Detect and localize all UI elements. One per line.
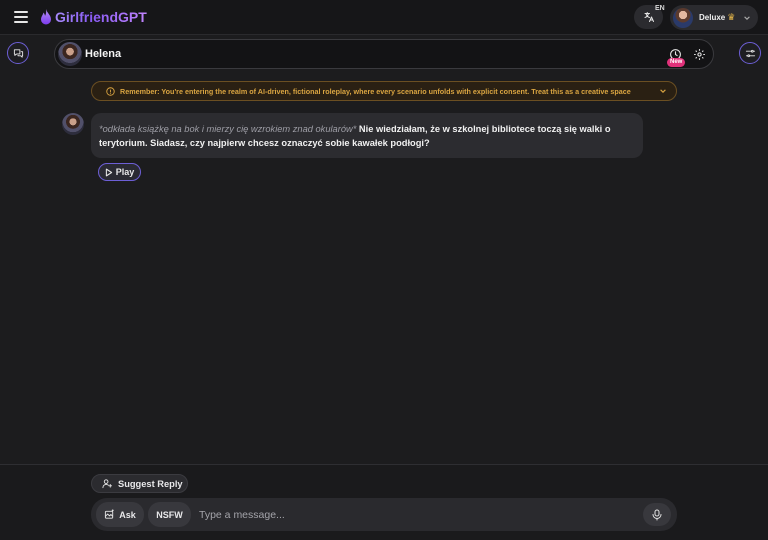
crown-icon: ♛ bbox=[727, 12, 736, 22]
play-button[interactable]: Play bbox=[98, 163, 141, 181]
message-avatar bbox=[62, 113, 84, 135]
chat-header: Helena New bbox=[54, 39, 714, 69]
message-input[interactable] bbox=[199, 504, 629, 525]
microphone-button[interactable] bbox=[643, 503, 671, 526]
consent-banner[interactable]: Remember: You're entering the realm of A… bbox=[91, 81, 677, 101]
user-avatar bbox=[673, 7, 693, 28]
microphone-icon bbox=[652, 509, 662, 520]
play-label: Play bbox=[115, 167, 135, 177]
play-icon bbox=[105, 168, 112, 176]
hamburger-icon[interactable] bbox=[14, 11, 28, 23]
nsfw-button[interactable]: NSFW bbox=[148, 502, 191, 527]
info-circle-icon bbox=[106, 86, 115, 96]
flame-icon bbox=[41, 9, 51, 25]
character-avatar[interactable] bbox=[58, 42, 82, 66]
suggest-reply-label: Suggest Reply bbox=[118, 478, 183, 489]
chevron-down-icon[interactable] bbox=[659, 87, 667, 95]
chat-bubbles-icon bbox=[13, 48, 23, 58]
gear-icon[interactable] bbox=[693, 48, 706, 61]
chat-list-button[interactable] bbox=[7, 42, 29, 64]
new-badge: New bbox=[667, 58, 686, 67]
nsfw-label: NSFW bbox=[156, 509, 183, 520]
filters-button[interactable] bbox=[739, 42, 761, 64]
image-sparkle-icon bbox=[105, 509, 114, 519]
user-tier-label: Deluxe bbox=[699, 13, 726, 22]
brand-name: GirlfriendGPT bbox=[55, 9, 147, 25]
character-name[interactable]: Helena bbox=[85, 48, 121, 60]
message-composer: Ask NSFW bbox=[91, 498, 677, 531]
top-bar: GirlfriendGPT EN Deluxe ♛ bbox=[0, 0, 768, 35]
language-code: EN bbox=[655, 5, 665, 12]
message-action: *odkłada książkę na bok i mierzy cię wzr… bbox=[99, 124, 357, 134]
chevron-down-icon bbox=[744, 15, 751, 20]
brand-logo[interactable]: GirlfriendGPT bbox=[40, 9, 147, 25]
ask-label: Ask bbox=[119, 509, 136, 520]
translate-icon bbox=[644, 12, 654, 22]
message-bubble: *odkłada książkę na bok i mierzy cię wzr… bbox=[91, 113, 643, 158]
user-sparkle-icon bbox=[102, 479, 113, 489]
banner-text: Remember: You're entering the realm of A… bbox=[120, 86, 631, 96]
suggest-reply-button[interactable]: Suggest Reply bbox=[91, 474, 188, 493]
user-menu[interactable]: Deluxe ♛ bbox=[670, 5, 758, 30]
sliders-icon bbox=[745, 49, 755, 57]
ask-button[interactable]: Ask bbox=[96, 502, 144, 527]
